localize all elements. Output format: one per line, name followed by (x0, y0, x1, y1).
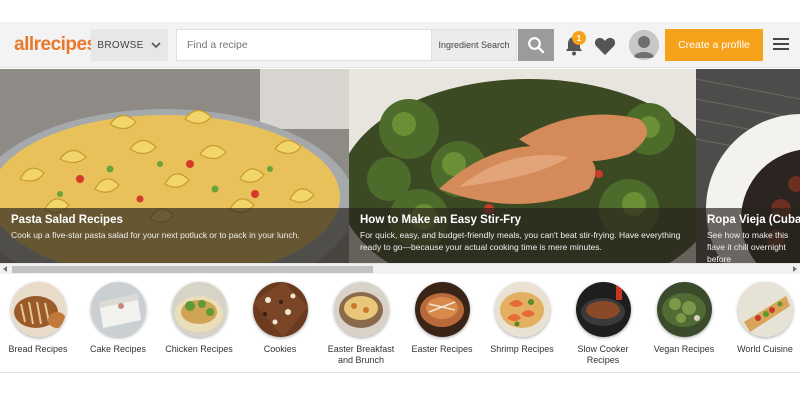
carousel-slide-pasta-salad[interactable]: Pasta Salad Recipes Cook up a five-star … (0, 69, 349, 264)
scrollbar-thumb[interactable] (12, 266, 373, 273)
slide-caption: Pasta Salad Recipes Cook up a five-star … (0, 208, 349, 264)
category-label: World Cuisine (737, 344, 793, 354)
cookies-image (252, 282, 308, 337)
featured-carousel: Pasta Salad Recipes Cook up a five-star … (0, 69, 800, 264)
search-button[interactable] (518, 29, 554, 61)
category-label: Chicken Recipes (165, 344, 233, 354)
category-label: Easter Breakfast and Brunch (327, 344, 395, 365)
heart-icon[interactable] (594, 36, 616, 56)
carousel-scrollbar[interactable] (0, 263, 800, 274)
page: allrecipes• BROWSE Ingredient Search 1 C… (0, 0, 800, 400)
category-label: Cake Recipes (89, 344, 147, 354)
vegan-image (656, 282, 712, 337)
hamburger-menu-icon[interactable] (773, 38, 789, 52)
search-input[interactable] (176, 29, 431, 61)
cake-image (90, 282, 146, 337)
create-profile-button[interactable]: Create a profile (665, 29, 763, 61)
carousel-slide-ropa-vieja[interactable]: Ropa Vieja (Cuban B See how to make this… (696, 69, 800, 264)
shrimp-image (494, 282, 550, 337)
category-slow-cooker[interactable]: Slow Cooker Recipes (563, 282, 643, 366)
browse-label: BROWSE (97, 39, 144, 51)
category-shrimp[interactable]: Shrimp Recipes (482, 282, 562, 355)
chevron-down-icon (151, 42, 161, 49)
ingredient-search-button[interactable]: Ingredient Search (431, 29, 517, 61)
category-label: Easter Recipes (411, 344, 473, 354)
category-label: Vegan Recipes (653, 344, 715, 354)
category-cake[interactable]: Cake Recipes (78, 282, 158, 355)
category-chicken[interactable]: Chicken Recipes (159, 282, 239, 355)
slide-caption: How to Make an Easy Stir-Fry For quick, … (349, 208, 696, 264)
slide-title[interactable]: Pasta Salad Recipes (11, 214, 339, 226)
category-world-cuisine[interactable]: World Cuisine (725, 282, 800, 355)
slow-cooker-image (575, 282, 631, 337)
category-label: Cookies (263, 344, 297, 354)
browse-button[interactable]: BROWSE (91, 29, 168, 61)
chicken-image (171, 282, 227, 337)
category-label: Bread Recipes (8, 344, 68, 354)
menu-line (773, 48, 789, 50)
slide-description: Cook up a five-star pasta salad for your… (11, 230, 300, 240)
category-vegan[interactable]: Vegan Recipes (644, 282, 724, 355)
logo-text: allrecipes (14, 34, 97, 55)
slide-title[interactable]: Ropa Vieja (Cuban B (707, 214, 800, 226)
category-strip: Bread Recipes Cake Recipes Chicken Recip… (0, 275, 800, 372)
category-easter-brunch[interactable]: Easter Breakfast and Brunch (321, 282, 401, 366)
top-band (0, 0, 800, 22)
easter-brunch-image (333, 282, 389, 337)
carousel-slide-stir-fry[interactable]: How to Make an Easy Stir-Fry For quick, … (349, 69, 696, 264)
scroll-left-arrow-icon[interactable] (3, 266, 7, 272)
bread-image (10, 282, 66, 337)
category-label: Slow Cooker Recipes (577, 344, 629, 365)
slide-description: For quick, easy, and budget-friendly mea… (360, 230, 681, 252)
menu-line (773, 43, 789, 45)
site-header: allrecipes• BROWSE Ingredient Search 1 C… (0, 22, 800, 68)
user-icon (629, 30, 659, 60)
category-label: Shrimp Recipes (490, 344, 554, 354)
category-cookies[interactable]: Cookies (240, 282, 320, 355)
category-easter[interactable]: Easter Recipes (402, 282, 482, 355)
notification-badge: 1 (572, 31, 586, 45)
category-bread[interactable]: Bread Recipes (0, 282, 78, 355)
world-cuisine-image (737, 282, 793, 337)
slide-title[interactable]: How to Make an Easy Stir-Fry (360, 214, 686, 226)
scroll-right-arrow-icon[interactable] (793, 266, 797, 272)
avatar[interactable] (629, 30, 659, 60)
slide-description: See how to make this flave it chill over… (707, 230, 789, 264)
search-icon (528, 37, 545, 54)
menu-line (773, 38, 789, 40)
divider (0, 372, 800, 373)
slide-caption: Ropa Vieja (Cuban B See how to make this… (696, 208, 800, 264)
easter-image (414, 282, 470, 337)
